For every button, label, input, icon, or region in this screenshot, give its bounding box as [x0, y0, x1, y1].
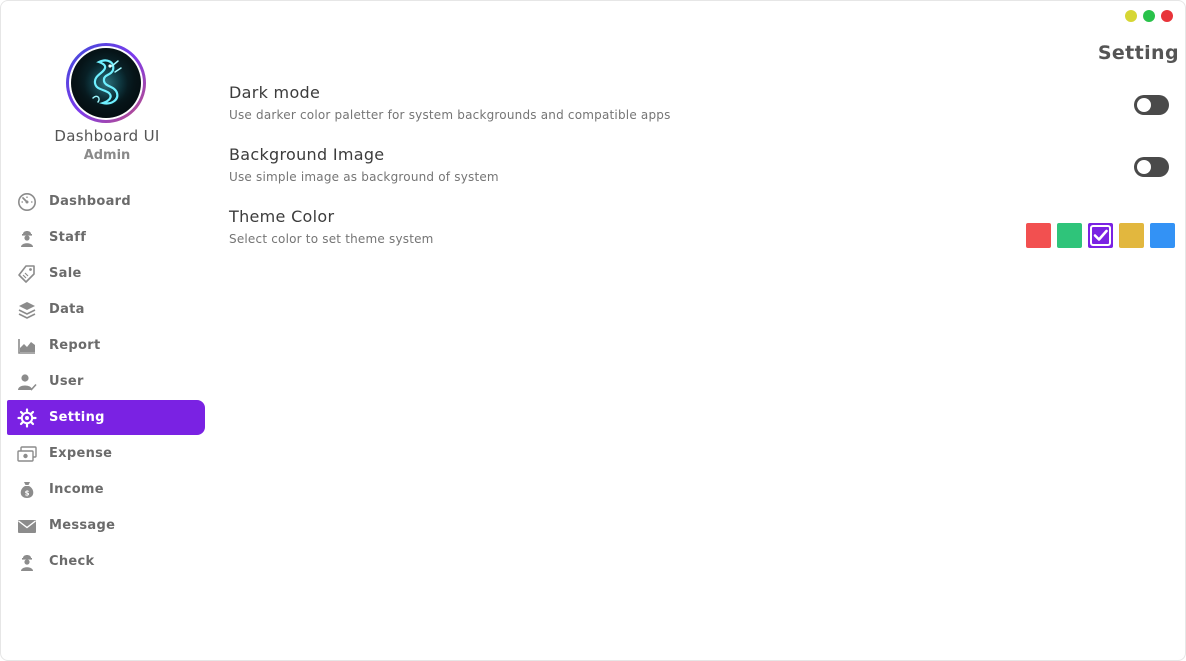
sidebar-item-label: User — [49, 374, 84, 389]
gear-icon — [17, 407, 37, 428]
sidebar-item-income[interactable]: $ Income — [7, 472, 205, 507]
swatch-red[interactable] — [1026, 223, 1051, 248]
sidebar-item-sale[interactable]: Sale — [7, 256, 205, 291]
theme-color-setting: Theme Color Select color to set theme sy… — [229, 207, 1175, 248]
theme-color-swatches — [1026, 223, 1175, 248]
avatar[interactable] — [66, 43, 146, 123]
background-image-description: Use simple image as background of system — [229, 170, 499, 184]
staff-person-icon — [17, 228, 37, 248]
sidebar-item-data[interactable]: Data — [7, 292, 205, 327]
area-chart-icon — [17, 336, 37, 356]
background-image-title: Background Image — [229, 145, 385, 164]
envelope-icon — [17, 516, 37, 536]
sidebar-item-setting[interactable]: Setting — [7, 400, 205, 435]
sidebar-item-label: Check — [49, 554, 95, 569]
sidebar-item-label: Setting — [49, 410, 105, 425]
app-window: Dashboard UI Admin Dashboard Staff Sale — [0, 0, 1186, 661]
dragon-avatar-image — [71, 48, 141, 118]
maximize-button[interactable] — [1143, 10, 1155, 22]
background-image-toggle[interactable] — [1134, 157, 1169, 177]
sidebar-item-label: Message — [49, 518, 116, 533]
sidebar-item-staff[interactable]: Staff — [7, 220, 205, 255]
swatch-yellow[interactable] — [1119, 223, 1144, 248]
layers-stack-icon — [17, 300, 37, 320]
profile-role: Admin — [83, 148, 131, 163]
svg-text:$: $ — [25, 489, 30, 497]
swatch-blue[interactable] — [1150, 223, 1175, 248]
dark-mode-setting: Dark mode Use darker color paletter for … — [229, 83, 1175, 122]
checkbox-checked-icon — [1090, 225, 1111, 246]
toggle-knob — [1137, 160, 1151, 174]
swatch-purple[interactable] — [1088, 223, 1113, 248]
swatch-green[interactable] — [1057, 223, 1082, 248]
sidebar-item-label: Data — [49, 302, 85, 317]
toggle-knob — [1137, 98, 1151, 112]
dark-mode-description: Use darker color paletter for system bac… — [229, 108, 671, 122]
sidebar-item-expense[interactable]: Expense — [7, 436, 205, 471]
dragon-icon — [84, 59, 128, 106]
sidebar-item-label: Income — [49, 482, 104, 497]
profile-name: Dashboard UI — [54, 127, 160, 145]
staff-person-icon — [17, 552, 37, 572]
dark-mode-toggle[interactable] — [1134, 95, 1169, 115]
sidebar-item-label: Expense — [49, 446, 113, 461]
dark-mode-title: Dark mode — [229, 83, 321, 102]
sidebar-item-label: Staff — [49, 230, 87, 245]
sidebar-item-message[interactable]: Message — [7, 508, 205, 543]
money-bag-icon: $ — [17, 480, 37, 500]
sidebar-item-dashboard[interactable]: Dashboard — [7, 184, 205, 219]
sidebar: Dashboard UI Admin Dashboard Staff Sale — [1, 1, 213, 660]
close-button[interactable] — [1161, 10, 1173, 22]
money-bill-icon — [17, 444, 37, 464]
sidebar-item-label: Sale — [49, 266, 82, 281]
minimize-button[interactable] — [1125, 10, 1137, 22]
user-check-icon — [17, 372, 37, 392]
price-tag-icon — [17, 264, 37, 284]
sidebar-nav: Dashboard Staff Sale Data Report User Se… — [7, 184, 205, 580]
background-image-setting: Background Image Use simple image as bac… — [229, 145, 1175, 184]
sidebar-item-label: Dashboard — [49, 194, 131, 209]
window-controls — [1125, 10, 1173, 22]
sidebar-item-report[interactable]: Report — [7, 328, 205, 363]
speedometer-icon — [17, 192, 37, 212]
sidebar-item-check[interactable]: Check — [7, 544, 205, 579]
page-title: Setting — [1097, 42, 1179, 64]
sidebar-item-label: Report — [49, 338, 101, 353]
avatar-frame — [69, 46, 143, 120]
sidebar-item-user[interactable]: User — [7, 364, 205, 399]
